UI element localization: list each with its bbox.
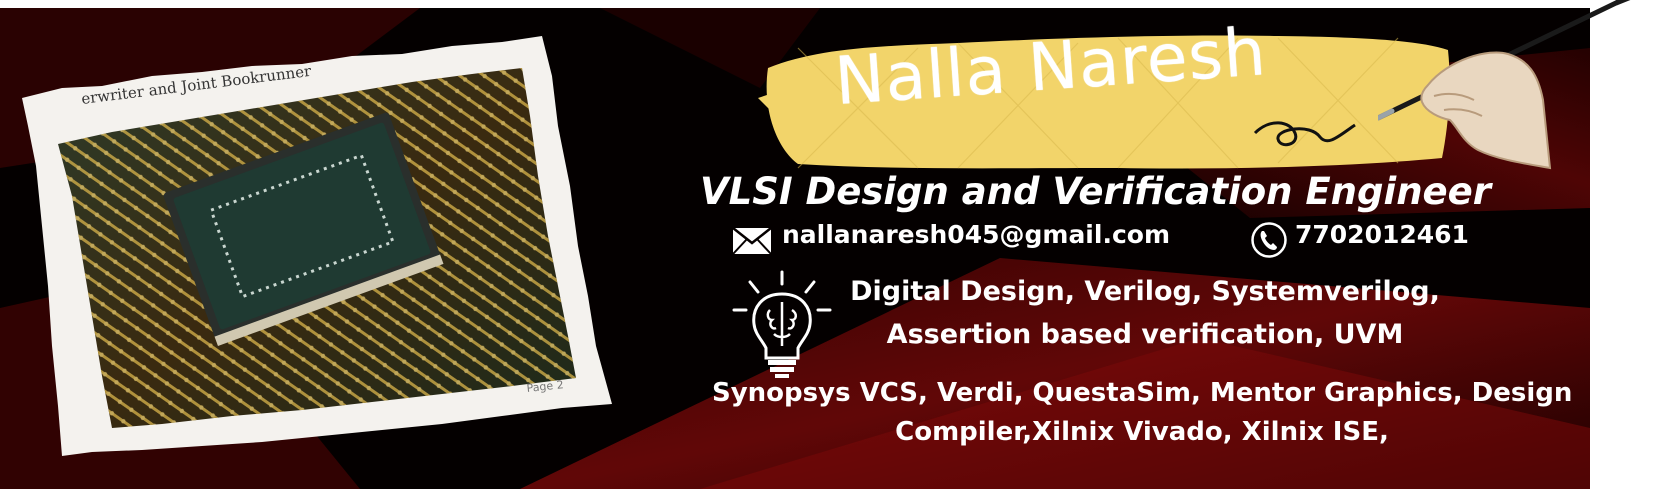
- skills-line-1: Digital Design, Verilog, Systemverilog,: [850, 276, 1440, 307]
- phone-icon: [1250, 221, 1288, 259]
- brain-lightbulb-icon: [732, 270, 832, 380]
- tools-line-1: Synopsys VCS, Verdi, QuestaSim, Mentor G…: [712, 378, 1573, 408]
- skills-line-2: Assertion based verification, UVM: [886, 319, 1404, 350]
- tools-line-2: Compiler,Xilnix Vivado, Xilnix ISE,: [895, 417, 1389, 447]
- circuit-chip-photo: erwriter and Joint Bookrunner Page 2: [22, 36, 612, 456]
- phone-text[interactable]: 7702012461: [1295, 220, 1469, 249]
- hand-with-pen-illustration: [1378, 0, 1657, 175]
- job-title: VLSI Design and Verification Engineer: [700, 170, 1491, 213]
- signature-squiggle: [1253, 121, 1356, 147]
- email-text[interactable]: nallanaresh045@gmail.com: [782, 220, 1170, 249]
- mail-icon: [732, 227, 772, 255]
- profile-banner: erwriter and Joint Bookrunner Page 2 Nal…: [0, 8, 1590, 489]
- circuit-photo-card: erwriter and Joint Bookrunner Page 2: [22, 36, 612, 456]
